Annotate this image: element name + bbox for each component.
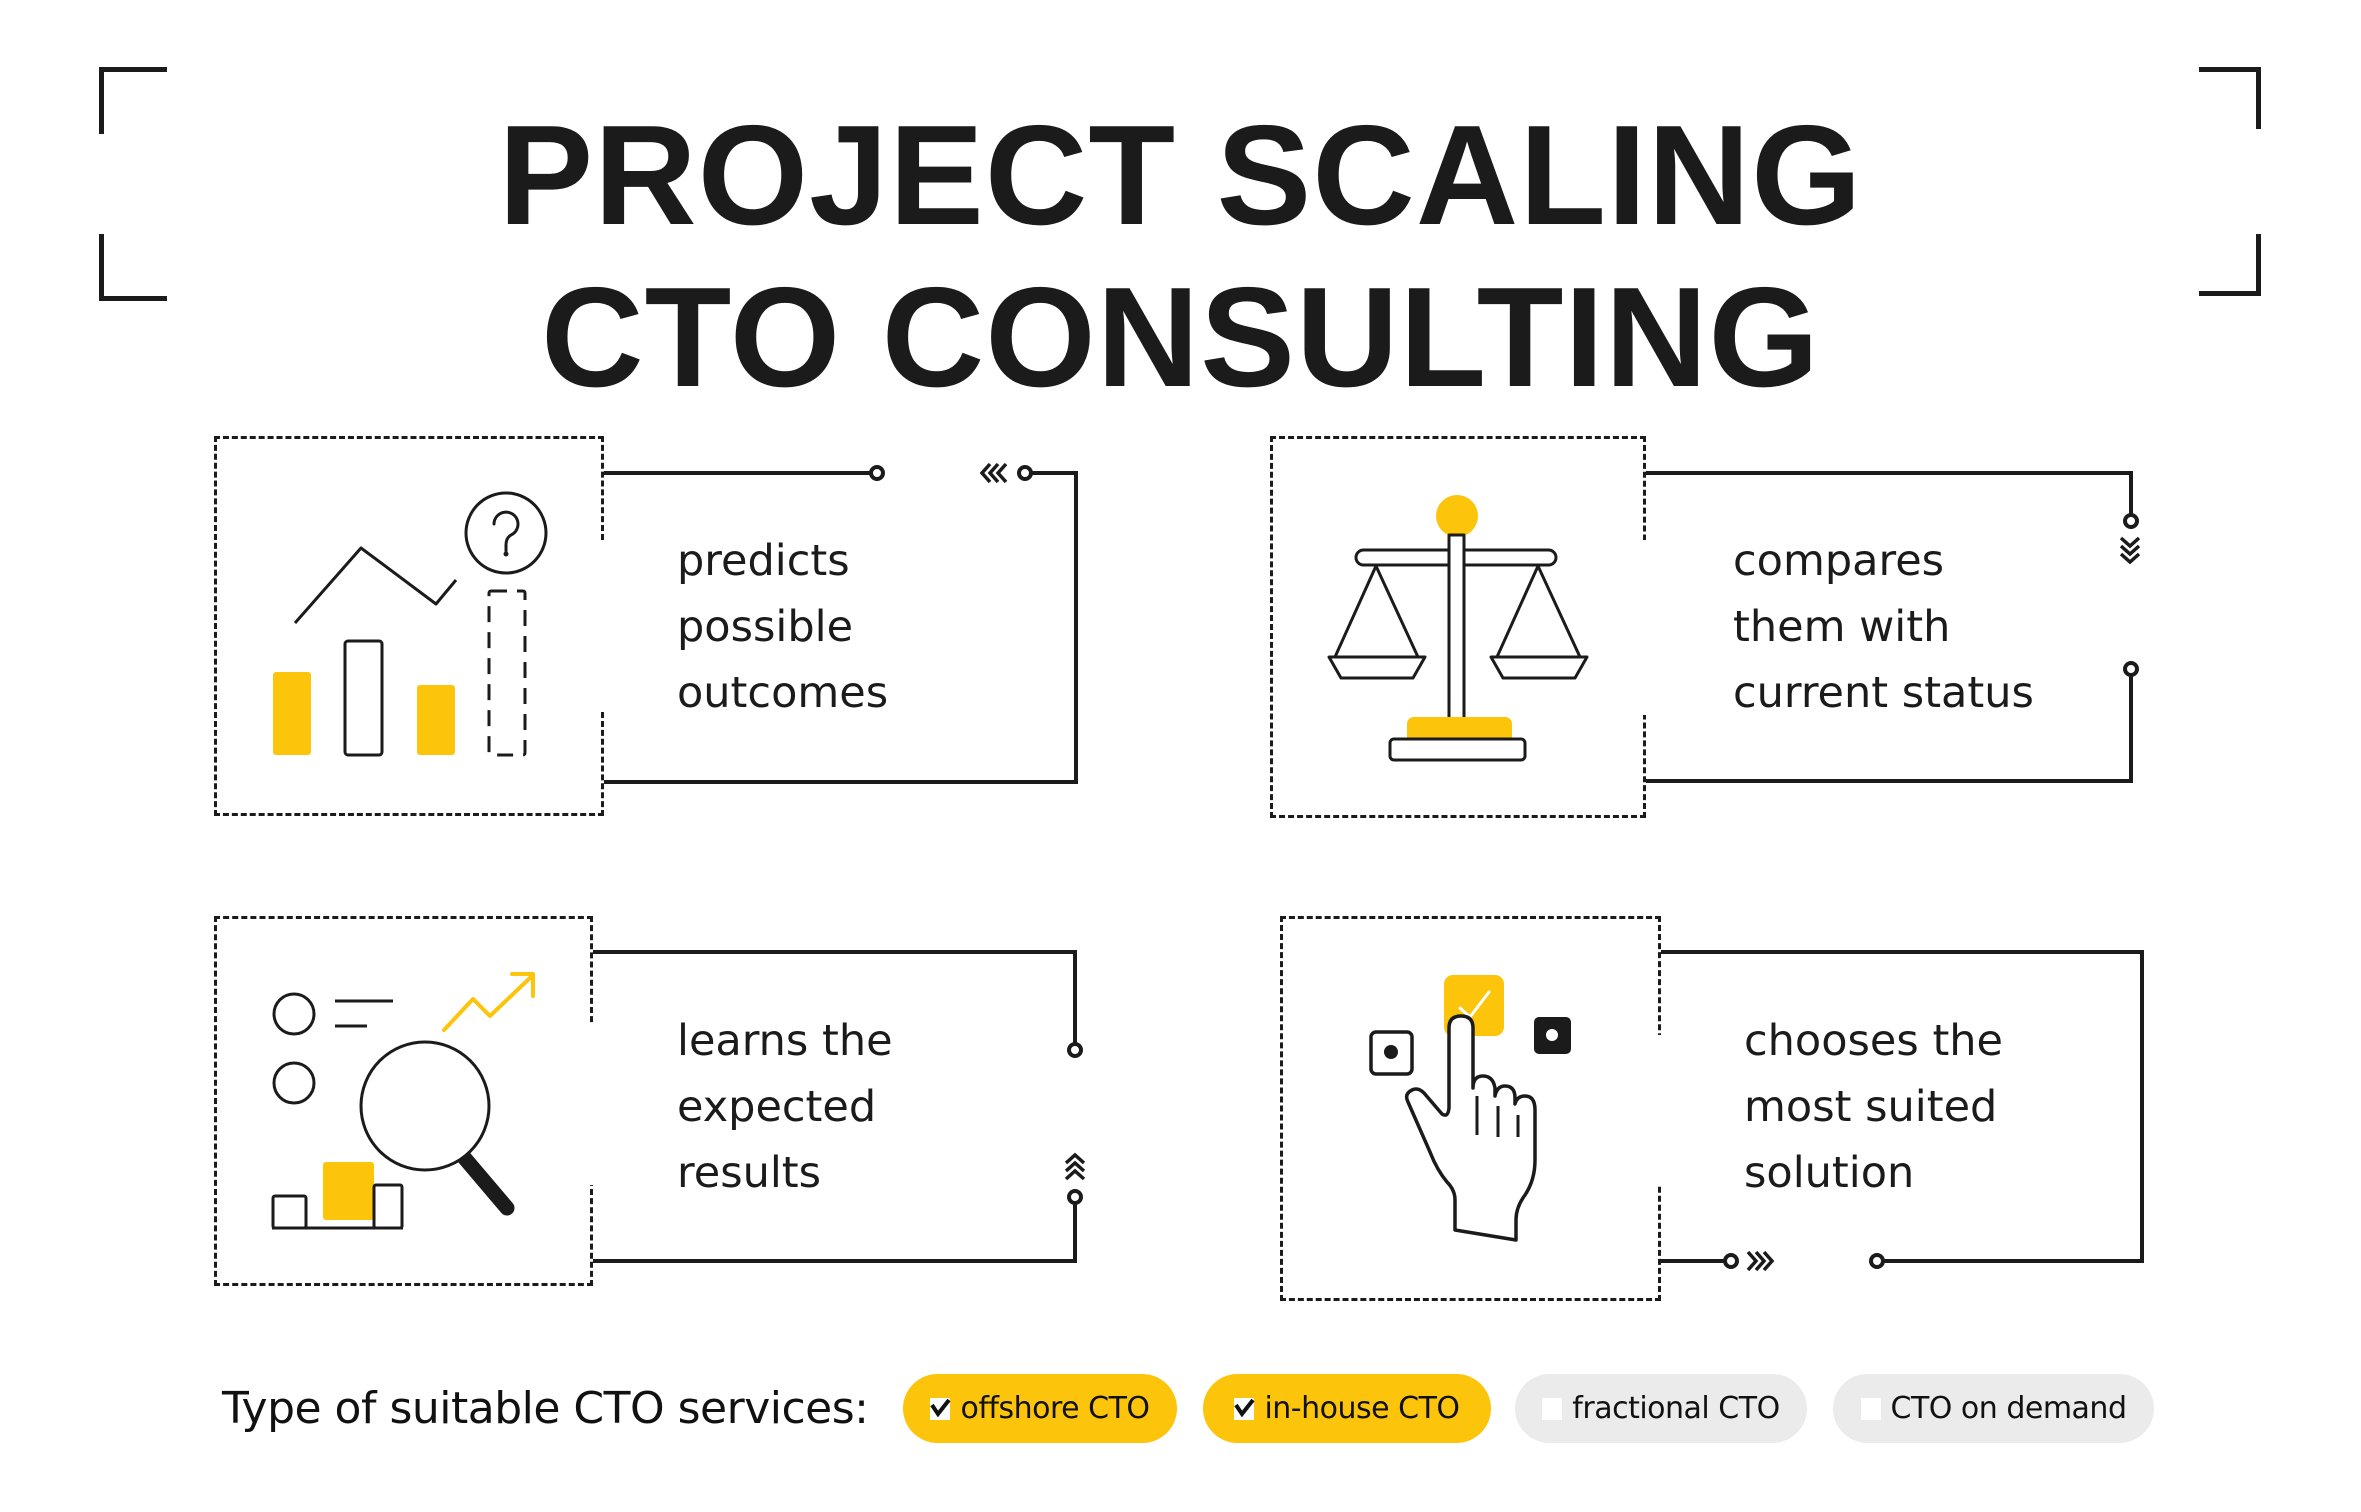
checkbox-checked-icon[interactable]	[930, 1397, 952, 1420]
service-pill-label: fractional CTO	[1572, 1391, 1780, 1426]
connector-node	[1067, 1189, 1083, 1205]
card-text-line: possible	[677, 602, 854, 652]
card-text-line: solution	[1744, 1148, 1915, 1198]
connector-node	[869, 465, 885, 481]
magnifier-lens	[359, 1040, 491, 1172]
frame-gap-learn	[587, 1025, 599, 1185]
page-title-line-1: PROJECT SCALING	[498, 96, 1863, 255]
connector-node	[2123, 661, 2139, 677]
connector-line	[1646, 471, 2133, 515]
card-learn-text: learns the expected results	[677, 1008, 893, 1206]
connector-node	[1869, 1253, 1885, 1269]
connector-node	[1067, 1042, 1083, 1058]
frame-gap-compare	[1640, 540, 1652, 715]
scale-pan-left	[1327, 655, 1427, 680]
chart-bar-outline	[343, 639, 384, 757]
card-compare-text: compares them with current status	[1733, 528, 2034, 726]
connector-node	[2123, 513, 2139, 529]
card-text-line: learns the	[677, 1016, 893, 1066]
service-pill-label: offshore CTO	[960, 1391, 1150, 1426]
checkbox-unchecked-icon[interactable]	[1860, 1397, 1881, 1420]
chart-bar-yellow	[323, 1162, 374, 1220]
chart-bar-yellow	[273, 672, 311, 755]
frame-gap-predict	[598, 540, 610, 710]
service-pill-in-house[interactable]: in-house CTO	[1203, 1374, 1491, 1443]
card-text-line: chooses the	[1744, 1016, 2004, 1066]
question-dot	[503, 551, 509, 557]
card-text-line: most suited	[1744, 1082, 1998, 1132]
scale-knob	[1436, 495, 1478, 537]
service-pill-offshore[interactable]: offshore CTO	[903, 1374, 1177, 1443]
connector-node	[1017, 465, 1033, 481]
chevrons-left-icon	[979, 462, 1008, 484]
card-text-line: them with	[1733, 602, 1951, 652]
page-title-line-2: CTO CONSULTING	[541, 258, 1820, 417]
service-pill-label: in-house CTO	[1264, 1391, 1460, 1426]
question-circle-icon	[464, 491, 548, 575]
scale-pan-right	[1489, 655, 1589, 680]
connector-line	[593, 1203, 1077, 1263]
connector-node	[1723, 1253, 1739, 1269]
card-text-line: current status	[1733, 668, 2034, 718]
card-predict-icon-frame	[214, 436, 604, 816]
frame-gap-choose	[1655, 1035, 1667, 1185]
chevrons-right-icon	[1746, 1250, 1775, 1272]
card-predict-text: predicts possible outcomes	[677, 528, 888, 726]
checkbox-checked-icon[interactable]	[1234, 1397, 1256, 1420]
service-pill-on-demand[interactable]: CTO on demand	[1833, 1374, 2154, 1443]
card-choose-text: chooses the most suited solution	[1744, 1008, 2003, 1206]
card-text-line: compares	[1733, 536, 1945, 586]
card-text-line: results	[677, 1148, 822, 1198]
checkbox-unchecked-icon[interactable]	[1542, 1397, 1563, 1420]
chevrons-up-icon	[1064, 1152, 1086, 1181]
services-label: Type of suitable CTO services:	[222, 1383, 869, 1434]
card-text-line: outcomes	[677, 668, 889, 718]
card-text-line: expected	[677, 1082, 877, 1132]
chart-bar-outline	[271, 1194, 308, 1230]
service-pill-fractional[interactable]: fractional CTO	[1515, 1374, 1807, 1443]
card-text-line: predicts	[677, 536, 850, 586]
chevrons-down-icon	[2119, 536, 2141, 565]
scale-base-plate	[1388, 737, 1527, 762]
chart-bar-outline	[372, 1183, 404, 1230]
chart-bar-yellow	[417, 685, 455, 755]
service-pill-label: CTO on demand	[1890, 1391, 2128, 1426]
